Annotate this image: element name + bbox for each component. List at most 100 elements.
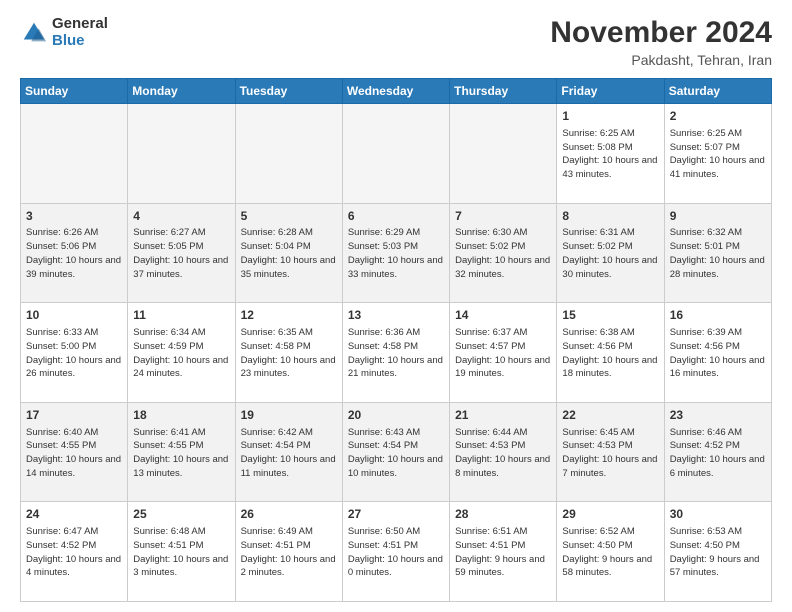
calendar-cell: 13Sunrise: 6:36 AM Sunset: 4:58 PM Dayli… — [342, 303, 449, 403]
weekday-header: Friday — [557, 79, 664, 104]
calendar-cell: 25 Sunrise: 6:48 AM Sunset: 4:51 PM Dayli… — [128, 502, 235, 602]
day-number: 7 — [455, 208, 551, 225]
title-location: Pakdasht, Tehran, Iran — [550, 52, 772, 68]
calendar-header-row: SundayMondayTuesdayWednesdayThursdayFrid… — [21, 79, 772, 104]
calendar-cell: 12 Sunrise: 6:35 AM Sunset: 4:58 PM Dayli… — [235, 303, 342, 403]
weekday-header: Tuesday — [235, 79, 342, 104]
day-number: 24 — [26, 506, 122, 523]
calendar-row: 17 Sunrise: 6:40 AM Sunset: 4:55 PM Dayli… — [21, 402, 772, 502]
calendar-row: 24 Sunrise: 6:47 AM Sunset: 4:52 PM Dayli… — [21, 502, 772, 602]
calendar-cell: 22 Sunrise: 6:45 AM Sunset: 4:53 PM Dayli… — [557, 402, 664, 502]
day-info: Sunrise: 6:48 AM Sunset: 4:51 PM Dayligh… — [133, 525, 229, 580]
day-number: 15 — [562, 307, 658, 324]
day-info: Sunrise: 6:41 AM Sunset: 4:55 PM Dayligh… — [133, 426, 229, 481]
day-number: 11 — [133, 307, 229, 324]
calendar-cell: 2 Sunrise: 6:25 AM Sunset: 5:07 PM Daylig… — [664, 104, 771, 204]
day-info: Sunrise: 6:25 AM Sunset: 5:08 PM Dayligh… — [562, 127, 658, 182]
day-info: Sunrise: 6:39 AM Sunset: 4:56 PM Dayligh… — [670, 326, 766, 381]
day-number: 9 — [670, 208, 766, 225]
day-number: 13 — [348, 307, 444, 324]
calendar-table: SundayMondayTuesdayWednesdayThursdayFrid… — [20, 78, 772, 602]
day-number: 12 — [241, 307, 337, 324]
day-info: Sunrise: 6:32 AM Sunset: 5:01 PM Dayligh… — [670, 226, 766, 281]
day-info: Sunrise: 6:29 AM Sunset: 5:03 PM Dayligh… — [348, 226, 444, 281]
day-info: Sunrise: 6:53 AM Sunset: 4:50 PM Dayligh… — [670, 525, 766, 580]
day-number: 2 — [670, 108, 766, 125]
calendar-cell: 30 Sunrise: 6:53 AM Sunset: 4:50 PM Dayli… — [664, 502, 771, 602]
calendar-cell: 28Sunrise: 6:51 AM Sunset: 4:51 PM Dayli… — [450, 502, 557, 602]
day-number: 23 — [670, 407, 766, 424]
calendar-row: 10Sunrise: 6:33 AM Sunset: 5:00 PM Dayli… — [21, 303, 772, 403]
calendar-cell: 7Sunrise: 6:30 AM Sunset: 5:02 PM Daylig… — [450, 203, 557, 303]
day-info: Sunrise: 6:46 AM Sunset: 4:52 PM Dayligh… — [670, 426, 766, 481]
day-info: Sunrise: 6:42 AM Sunset: 4:54 PM Dayligh… — [241, 426, 337, 481]
calendar-cell: 17 Sunrise: 6:40 AM Sunset: 4:55 PM Dayli… — [21, 402, 128, 502]
day-number: 28 — [455, 506, 551, 523]
day-number: 19 — [241, 407, 337, 424]
calendar-cell: 3Sunrise: 6:26 AM Sunset: 5:06 PM Daylig… — [21, 203, 128, 303]
day-info: Sunrise: 6:31 AM Sunset: 5:02 PM Dayligh… — [562, 226, 658, 281]
calendar-cell: 23 Sunrise: 6:46 AM Sunset: 4:52 PM Dayli… — [664, 402, 771, 502]
day-info: Sunrise: 6:30 AM Sunset: 5:02 PM Dayligh… — [455, 226, 551, 281]
day-info: Sunrise: 6:45 AM Sunset: 4:53 PM Dayligh… — [562, 426, 658, 481]
calendar-cell — [21, 104, 128, 204]
day-number: 8 — [562, 208, 658, 225]
day-number: 29 — [562, 506, 658, 523]
day-info: Sunrise: 6:35 AM Sunset: 4:58 PM Dayligh… — [241, 326, 337, 381]
day-number: 27 — [348, 506, 444, 523]
weekday-header: Monday — [128, 79, 235, 104]
day-info: Sunrise: 6:34 AM Sunset: 4:59 PM Dayligh… — [133, 326, 229, 381]
logo-blue: Blue — [52, 33, 108, 50]
calendar-cell: 8Sunrise: 6:31 AM Sunset: 5:02 PM Daylig… — [557, 203, 664, 303]
logo-general: General — [52, 16, 108, 33]
day-number: 16 — [670, 307, 766, 324]
calendar-cell: 4Sunrise: 6:27 AM Sunset: 5:05 PM Daylig… — [128, 203, 235, 303]
calendar-row: 1Sunrise: 6:25 AM Sunset: 5:08 PM Daylig… — [21, 104, 772, 204]
calendar-cell — [450, 104, 557, 204]
calendar-cell: 6Sunrise: 6:29 AM Sunset: 5:03 PM Daylig… — [342, 203, 449, 303]
calendar-cell: 10Sunrise: 6:33 AM Sunset: 5:00 PM Dayli… — [21, 303, 128, 403]
calendar-cell: 1Sunrise: 6:25 AM Sunset: 5:08 PM Daylig… — [557, 104, 664, 204]
calendar-cell — [342, 104, 449, 204]
day-number: 20 — [348, 407, 444, 424]
day-number: 4 — [133, 208, 229, 225]
calendar-cell — [128, 104, 235, 204]
day-info: Sunrise: 6:47 AM Sunset: 4:52 PM Dayligh… — [26, 525, 122, 580]
day-info: Sunrise: 6:43 AM Sunset: 4:54 PM Dayligh… — [348, 426, 444, 481]
day-number: 25 — [133, 506, 229, 523]
calendar-cell: 11 Sunrise: 6:34 AM Sunset: 4:59 PM Dayli… — [128, 303, 235, 403]
calendar-cell: 14Sunrise: 6:37 AM Sunset: 4:57 PM Dayli… — [450, 303, 557, 403]
calendar-cell: 24 Sunrise: 6:47 AM Sunset: 4:52 PM Dayli… — [21, 502, 128, 602]
weekday-header: Thursday — [450, 79, 557, 104]
calendar-cell: 9Sunrise: 6:32 AM Sunset: 5:01 PM Daylig… — [664, 203, 771, 303]
calendar-cell: 18Sunrise: 6:41 AM Sunset: 4:55 PM Dayli… — [128, 402, 235, 502]
calendar-cell: 21Sunrise: 6:44 AM Sunset: 4:53 PM Dayli… — [450, 402, 557, 502]
day-info: Sunrise: 6:49 AM Sunset: 4:51 PM Dayligh… — [241, 525, 337, 580]
weekday-header: Sunday — [21, 79, 128, 104]
title-month: November 2024 — [550, 16, 772, 50]
day-number: 22 — [562, 407, 658, 424]
day-info: Sunrise: 6:26 AM Sunset: 5:06 PM Dayligh… — [26, 226, 122, 281]
day-info: Sunrise: 6:28 AM Sunset: 5:04 PM Dayligh… — [241, 226, 337, 281]
weekday-header: Saturday — [664, 79, 771, 104]
day-info: Sunrise: 6:40 AM Sunset: 4:55 PM Dayligh… — [26, 426, 122, 481]
calendar-cell: 29Sunrise: 6:52 AM Sunset: 4:50 PM Dayli… — [557, 502, 664, 602]
title-block: November 2024 Pakdasht, Tehran, Iran — [550, 16, 772, 68]
calendar-cell: 26Sunrise: 6:49 AM Sunset: 4:51 PM Dayli… — [235, 502, 342, 602]
day-number: 6 — [348, 208, 444, 225]
calendar-cell: 19 Sunrise: 6:42 AM Sunset: 4:54 PM Dayli… — [235, 402, 342, 502]
calendar-cell: 15Sunrise: 6:38 AM Sunset: 4:56 PM Dayli… — [557, 303, 664, 403]
day-info: Sunrise: 6:27 AM Sunset: 5:05 PM Dayligh… — [133, 226, 229, 281]
page: General Blue November 2024 Pakdasht, Teh… — [0, 0, 792, 612]
day-number: 30 — [670, 506, 766, 523]
day-info: Sunrise: 6:50 AM Sunset: 4:51 PM Dayligh… — [348, 525, 444, 580]
logo-text: General Blue — [52, 16, 108, 49]
day-number: 17 — [26, 407, 122, 424]
day-info: Sunrise: 6:25 AM Sunset: 5:07 PM Dayligh… — [670, 127, 766, 182]
calendar-cell — [235, 104, 342, 204]
day-number: 21 — [455, 407, 551, 424]
calendar-row: 3Sunrise: 6:26 AM Sunset: 5:06 PM Daylig… — [21, 203, 772, 303]
day-number: 5 — [241, 208, 337, 225]
day-number: 3 — [26, 208, 122, 225]
logo-icon — [20, 19, 48, 47]
